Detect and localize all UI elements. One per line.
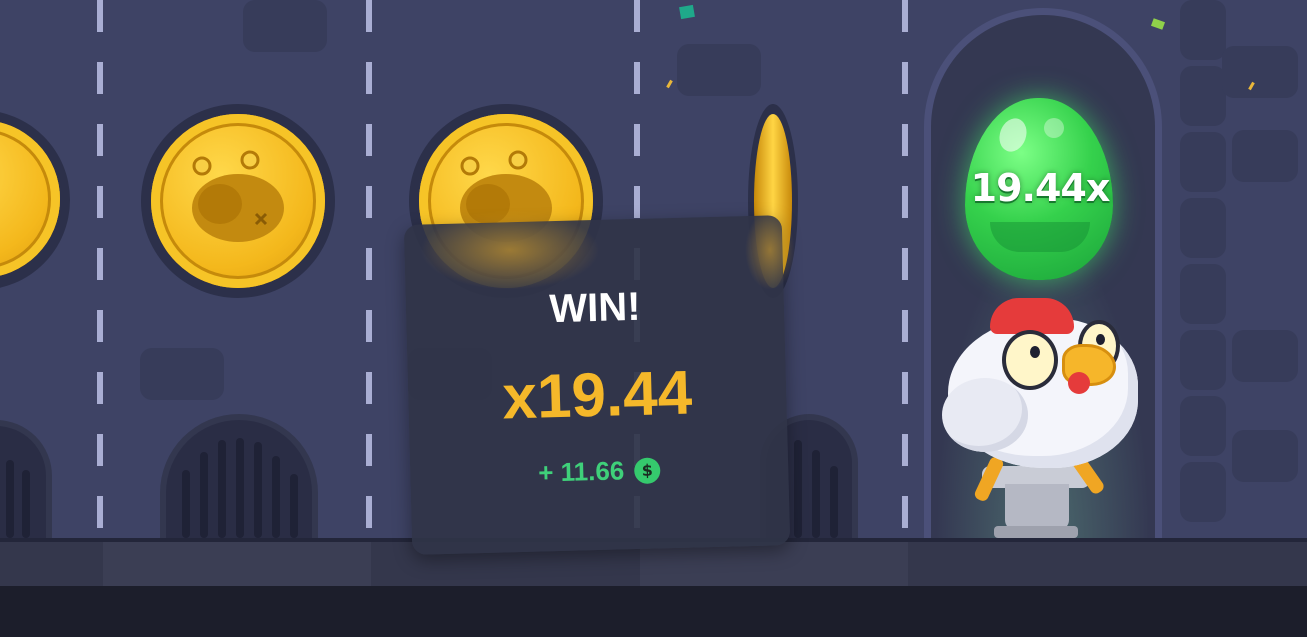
lane-divider bbox=[366, 0, 372, 540]
sewer-grate-bar bbox=[182, 470, 190, 538]
wall-brick bbox=[1180, 198, 1226, 258]
confetti-piece bbox=[679, 4, 695, 20]
pedestal-base bbox=[994, 526, 1078, 538]
chicken-wattle bbox=[1068, 372, 1090, 394]
sewer-grate-bar bbox=[290, 474, 298, 538]
win-payout-row: + 11.66 $ bbox=[410, 451, 789, 492]
pedestal-column bbox=[1005, 484, 1069, 530]
win-multiplier: x19.44 bbox=[501, 358, 693, 433]
bottom-bar bbox=[0, 586, 1307, 637]
game-scene: 19.44x WIN! x19.44 + 11.66 $ bbox=[0, 0, 1307, 637]
chicken-pupil bbox=[1096, 334, 1105, 345]
lane-divider bbox=[97, 0, 103, 540]
sewer-grate-bar bbox=[272, 456, 280, 538]
chicken-comb bbox=[990, 298, 1074, 334]
sewer-grate-bar bbox=[830, 466, 838, 538]
chicken-eye bbox=[1002, 330, 1058, 390]
wall-brick bbox=[140, 348, 224, 400]
wall-brick bbox=[243, 0, 327, 52]
wall-brick bbox=[1180, 132, 1226, 192]
wall-brick bbox=[1180, 0, 1226, 60]
sewer-grate-bar bbox=[22, 470, 30, 538]
wall-brick bbox=[1222, 46, 1298, 98]
egg-multiplier-label: 19.44x bbox=[970, 166, 1111, 210]
wall-brick bbox=[1180, 396, 1226, 456]
win-payout-amount: + 11.66 bbox=[537, 455, 625, 488]
wall-brick bbox=[1232, 330, 1298, 382]
wall-brick bbox=[1180, 264, 1226, 324]
wall-brick bbox=[1180, 462, 1226, 522]
wall-brick bbox=[1232, 130, 1298, 182]
win-title: WIN! bbox=[548, 284, 642, 332]
egg-highlight bbox=[1044, 118, 1064, 138]
egg-shade bbox=[990, 222, 1090, 252]
wall-brick bbox=[1180, 66, 1226, 126]
sewer-grate-bar bbox=[218, 440, 226, 538]
dead-chicken-icon bbox=[192, 150, 284, 242]
wall-brick bbox=[677, 44, 761, 96]
sewer-grate-bar bbox=[812, 450, 820, 538]
sewer-grate-bar bbox=[794, 440, 802, 538]
sewer-grate-bar bbox=[236, 438, 244, 538]
sewer-grate-bar bbox=[254, 442, 262, 538]
lane-divider bbox=[902, 0, 908, 540]
wall-brick bbox=[1180, 330, 1226, 390]
sewer-grate-bar bbox=[200, 452, 208, 538]
coin-blur-overlay bbox=[420, 210, 600, 290]
coin-blur-overlay bbox=[745, 210, 795, 290]
wall-brick bbox=[1232, 430, 1298, 482]
chicken-wing bbox=[942, 378, 1028, 452]
floor-segment bbox=[103, 540, 371, 586]
dollar-coin-icon: $ bbox=[633, 456, 661, 484]
chicken-pupil bbox=[1030, 346, 1040, 358]
sewer-grate-bar bbox=[6, 460, 14, 538]
